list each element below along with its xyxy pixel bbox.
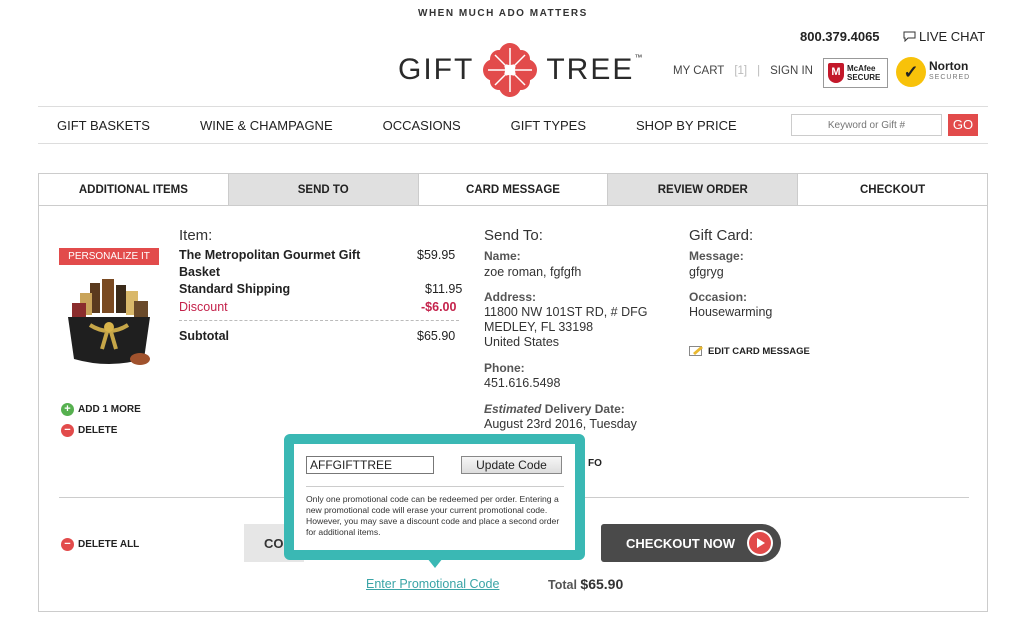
update-code-button[interactable]: Update Code [461, 456, 562, 474]
recipient-phone: 451.616.5498 [484, 376, 561, 390]
plus-icon: + [61, 403, 74, 416]
phone-number[interactable]: 800.379.4065 [800, 29, 880, 44]
send-to-heading: Send To: [484, 227, 543, 244]
minus-icon: − [61, 424, 74, 437]
mcafee-shield-icon: M [828, 63, 844, 83]
gifttree-logo[interactable]: GIFT TREE™ [398, 42, 644, 98]
checkout-now-button[interactable]: CHECKOUT NOW [601, 524, 781, 562]
recipient-name: zoe roman, fgfgfh [484, 265, 582, 279]
live-chat-link[interactable]: LIVE CHAT [903, 29, 985, 44]
discount-label: Discount [179, 300, 228, 314]
tab-send-to[interactable]: SEND TO [228, 174, 419, 205]
delete-all-link[interactable]: − DELETE ALL [61, 538, 139, 551]
nav-shop-by-price[interactable]: SHOP BY PRICE [636, 118, 737, 133]
card-message: gfgryg [689, 265, 724, 279]
norton-check-icon: ✓ [896, 57, 926, 87]
search-go-button[interactable]: GO [948, 114, 978, 136]
personalize-it-button[interactable]: PERSONALIZE IT [59, 248, 159, 265]
mcafee-badge[interactable]: M McAfee SECURE [823, 58, 888, 88]
delivery-date: August 23rd 2016, Tuesday [484, 417, 637, 431]
discount-value: -$6.00 [421, 300, 457, 314]
product-image[interactable] [60, 275, 158, 373]
delete-link[interactable]: − DELETE [61, 424, 117, 437]
cart-count: [1] [734, 65, 748, 77]
promo-code-popup: Update Code Only one promotional code ca… [284, 434, 585, 560]
occasion-label: Occasion: [689, 290, 748, 304]
search-input[interactable] [791, 114, 942, 136]
order-total: Total $65.90 [548, 576, 624, 592]
nav-gift-types[interactable]: GIFT TYPES [511, 118, 586, 133]
phone-label: Phone: [484, 361, 525, 375]
main-nav: GIFT BASKETS WINE & CHAMPAGNE OCCASIONS … [38, 107, 778, 143]
nav-separator: | [757, 65, 761, 77]
item-name[interactable]: The Metropolitan Gourmet Gift Basket [179, 247, 379, 281]
checkout-steps: ADDITIONAL ITEMS SEND TO CARD MESSAGE RE… [38, 173, 988, 206]
subtotal-value: $65.90 [417, 329, 456, 343]
subtotal-label: Subtotal [179, 329, 229, 343]
recipient-address: 11800 NW 101ST RD, # DFG MEDLEY, FL 33198… [484, 305, 648, 349]
subtotal-divider [179, 320, 459, 321]
play-arrow-icon [747, 530, 774, 556]
minus-icon: − [61, 538, 74, 551]
gift-card-heading: Gift Card: [689, 227, 754, 244]
shipping-price: $11.95 [425, 282, 463, 296]
add-one-more-link[interactable]: + ADD 1 MORE [61, 403, 141, 416]
chat-bubble-icon [903, 31, 916, 42]
item-heading: Item: [179, 227, 213, 244]
edit-card-message-link[interactable]: EDIT CARD MESSAGE [689, 345, 810, 357]
nav-divider [38, 143, 988, 144]
live-chat-label: LIVE CHAT [919, 29, 986, 44]
occasion-value: Housewarming [689, 305, 773, 319]
nav-occasions[interactable]: OCCASIONS [383, 118, 461, 133]
account-nav: MY CART [1] | SIGN IN [673, 65, 813, 77]
tab-checkout[interactable]: CHECKOUT [798, 174, 987, 205]
tagline: WHEN MUCH ADO MATTERS [418, 8, 588, 19]
item-price: $59.95 [417, 248, 456, 262]
nav-wine-champagne[interactable]: WINE & CHAMPAGNE [200, 118, 333, 133]
logo-left-text: GIFT [398, 53, 475, 86]
address-label: Address: [484, 290, 537, 304]
delivery-info-link-fragment[interactable]: FO [588, 458, 602, 469]
delivery-date-label: Estimated Delivery Date: [484, 402, 625, 416]
tab-card-message[interactable]: CARD MESSAGE [418, 174, 609, 205]
logo-right-text: TREE™ [546, 53, 645, 86]
flower-logo-icon [483, 43, 538, 97]
name-label: Name: [484, 249, 521, 263]
promo-code-input[interactable] [306, 456, 434, 474]
pencil-icon [689, 346, 703, 356]
tab-review-order[interactable]: REVIEW ORDER [608, 174, 799, 205]
message-label: Message: [689, 249, 744, 263]
promo-note: Only one promotional code can be redeeme… [306, 494, 560, 537]
tab-additional-items[interactable]: ADDITIONAL ITEMS [39, 174, 229, 205]
popup-divider [306, 486, 564, 487]
norton-badge[interactable]: ✓ Norton SECURED [896, 56, 978, 88]
shipping-label: Standard Shipping [179, 282, 291, 296]
sign-in-link[interactable]: SIGN IN [770, 65, 813, 77]
enter-promo-code-link[interactable]: Enter Promotional Code [366, 577, 499, 591]
nav-gift-baskets[interactable]: GIFT BASKETS [57, 118, 150, 133]
my-cart-link[interactable]: MY CART [673, 65, 724, 77]
popup-pointer [427, 558, 443, 568]
